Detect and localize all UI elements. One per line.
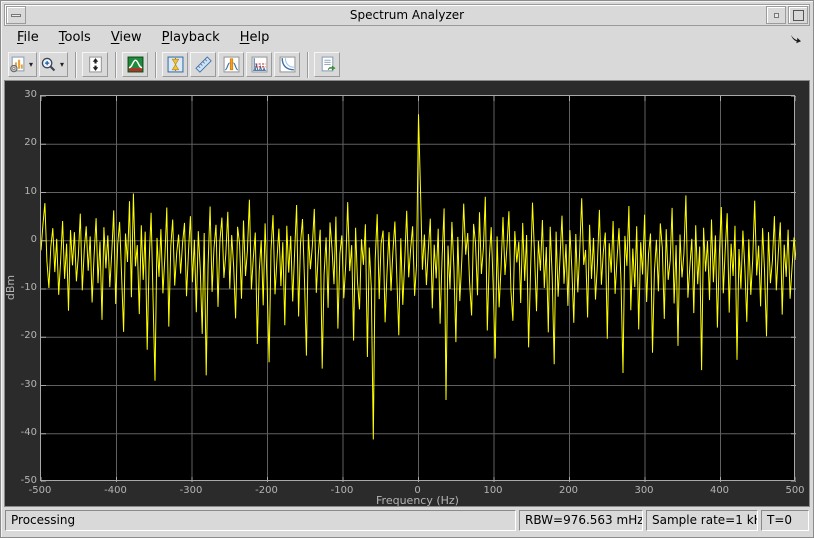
peak-finder-button[interactable] [218, 52, 244, 77]
rbw-indicator: RBW=976.563 mHz [519, 510, 643, 531]
cursor-measurements-icon [167, 56, 184, 73]
dropdown-caret-icon[interactable]: ▾ [26, 53, 36, 76]
figure-area: dBm 3020100-10-20-30-40-50 -500-400-300-… [4, 80, 810, 507]
generate-script-icon [319, 56, 336, 73]
x-axis-label: Frequency (Hz) [40, 494, 795, 507]
y-tick-label: 10 [7, 186, 37, 197]
autoscale-y-button[interactable] [82, 52, 108, 77]
peak-finder-icon [223, 56, 240, 73]
spectrum-settings-icon [9, 56, 26, 73]
spectrum-view-button[interactable] [122, 52, 148, 77]
y-tick-label: -30 [7, 379, 37, 390]
y-tick-label: 20 [7, 137, 37, 148]
titlebar[interactable]: Spectrum Analyzer [4, 4, 810, 26]
zoom-in-button[interactable]: ▾ [39, 52, 68, 77]
signal-statistics-icon [195, 56, 212, 73]
zoom-in-icon [40, 56, 57, 73]
y-tick-label: -10 [7, 282, 37, 293]
distortion-measurements-icon [251, 56, 268, 73]
autoscale-y-icon [87, 56, 104, 73]
menu-help[interactable]: Help [233, 28, 277, 47]
dropdown-caret-icon[interactable]: ▾ [57, 53, 67, 76]
menubar: File Tools View Playback Help [4, 26, 810, 49]
menu-overflow-arrow-icon[interactable] [789, 30, 802, 49]
sample-rate-indicator: Sample rate=1 kHz [646, 510, 758, 531]
y-tick-label: -40 [7, 427, 37, 438]
menu-tools[interactable]: Tools [52, 28, 98, 47]
ccdf-measurements-button[interactable] [274, 52, 300, 77]
toolbar-separator [75, 52, 77, 78]
window-title: Spectrum Analyzer [5, 8, 809, 22]
toolbar: ▾ ▾ [4, 49, 810, 80]
ccdf-measurements-icon [279, 56, 296, 73]
toolbar-separator [155, 52, 157, 78]
generate-script-button[interactable] [314, 52, 340, 77]
time-indicator: T=0 [761, 510, 809, 531]
signal-statistics-button[interactable] [190, 52, 216, 77]
distortion-measurements-button[interactable] [246, 52, 272, 77]
statusbar: Processing RBW=976.563 mHz Sample rate=1… [4, 507, 810, 534]
spectrum-analyzer-window: Spectrum Analyzer File Tools View Playback H… [0, 0, 814, 538]
y-tick-label: 0 [7, 234, 37, 245]
y-tick-label: -20 [7, 330, 37, 341]
cursor-measurements-button[interactable] [162, 52, 188, 77]
menu-file[interactable]: File [10, 28, 46, 47]
spectrum-settings-button[interactable]: ▾ [8, 52, 37, 77]
plot-area[interactable] [40, 95, 795, 481]
spectrum-view-icon [127, 56, 144, 73]
toolbar-separator [307, 52, 309, 78]
status-message: Processing [5, 510, 516, 531]
y-tick-label: 30 [7, 89, 37, 100]
menu-view[interactable]: View [104, 28, 149, 47]
toolbar-separator [115, 52, 117, 78]
spectrum-plot-svg [41, 96, 796, 482]
menu-playback[interactable]: Playback [155, 28, 227, 47]
